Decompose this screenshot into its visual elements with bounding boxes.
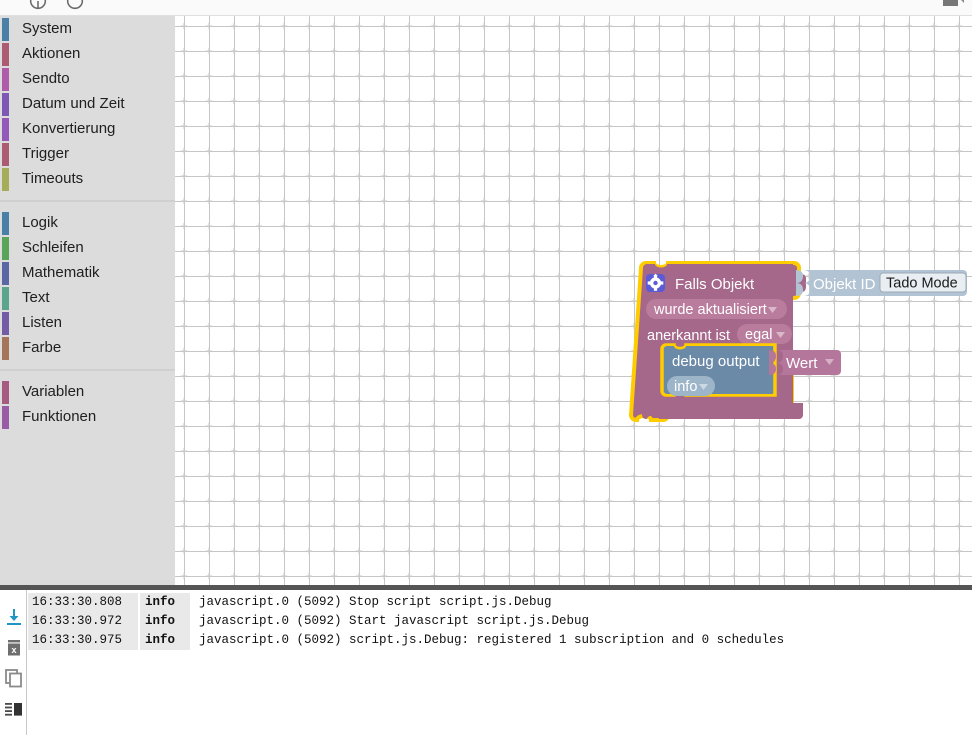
redo-icon[interactable]	[64, 0, 86, 12]
toolbox-item-label: Farbe	[22, 339, 62, 356]
toolbox-item-trigger[interactable]: Trigger	[0, 141, 175, 166]
top-toolbar	[0, 0, 972, 16]
log-rows[interactable]: 16:33:30.808 info javascript.0 (5092) St…	[28, 593, 972, 650]
toolbox-item-konvertierung[interactable]: Konvertierung	[0, 116, 175, 141]
log-message: javascript.0 (5092) Stop script script.j…	[199, 595, 552, 609]
toolbox-item-text[interactable]: Text	[0, 285, 175, 310]
toolbox-divider	[0, 200, 175, 202]
category-color-swatch	[2, 212, 9, 235]
toolbox-item-mathematik[interactable]: Mathematik	[0, 260, 175, 285]
toolbox-item-variablen[interactable]: Variablen	[0, 379, 175, 404]
log-row[interactable]: 16:33:30.808 info javascript.0 (5092) St…	[28, 593, 972, 612]
ack-label: anerkannt ist	[647, 328, 730, 344]
log-level: info	[140, 631, 192, 650]
toolbox-item-logik[interactable]: Logik	[0, 210, 175, 235]
category-color-swatch	[2, 337, 9, 360]
category-color-swatch	[2, 43, 9, 66]
toolbox-item-label: Schleifen	[22, 239, 84, 256]
category-color-swatch	[2, 143, 9, 166]
toolbox-item-label: Funktionen	[22, 408, 97, 425]
log-panel-resize-handle[interactable]	[0, 585, 972, 590]
category-color-swatch	[2, 18, 9, 41]
object-id-value: Tado Mode	[886, 276, 958, 292]
category-color-swatch	[2, 262, 9, 285]
category-color-swatch	[2, 93, 9, 116]
wert-label: Wert	[786, 355, 818, 372]
toolbox-item-label: Listen	[22, 314, 63, 331]
if-object-title: Falls Objekt	[675, 276, 755, 293]
category-color-swatch	[2, 381, 9, 404]
category-color-swatch	[2, 118, 9, 141]
category-color-swatch	[2, 68, 9, 91]
toolbox-item-datum-und-zeit[interactable]: Datum und Zeit	[0, 91, 175, 116]
toolbox-item-funktionen[interactable]: Funktionen	[0, 404, 175, 429]
trigger-dropdown[interactable]: wurde aktualisiert	[646, 299, 787, 319]
log-message: javascript.0 (5092) script.js.Debug: reg…	[199, 633, 785, 647]
toolbox-item-label: Logik	[22, 214, 58, 231]
object-id-label: Objekt ID	[813, 276, 876, 293]
log-timestamp: 16:33:30.975	[28, 631, 140, 650]
toolbox-item-sendto[interactable]: Sendto	[0, 66, 175, 91]
log-level: info	[140, 612, 192, 631]
toolbox-group-2: Logik Schleifen Mathematik Text Listen F…	[0, 210, 175, 360]
wert-block[interactable]: Wert	[776, 350, 841, 375]
trigger-dropdown-label: wurde aktualisiert	[653, 302, 767, 318]
category-color-swatch	[2, 237, 9, 260]
toolbox-divider	[0, 369, 175, 371]
copy-log-icon[interactable]	[4, 668, 24, 688]
category-color-swatch	[2, 168, 9, 191]
block-stack[interactable]: Falls Objekt Objekt ID Tado Mode wurde a…	[175, 16, 972, 585]
svg-text:x: x	[11, 645, 16, 655]
scroll-to-bottom-icon[interactable]	[4, 607, 24, 627]
log-timestamp: 16:33:30.808	[28, 593, 140, 612]
ack-dropdown[interactable]: egal	[737, 324, 792, 344]
toolbox-item-label: Sendto	[22, 70, 70, 87]
toolbox-group-3: Variablen Funktionen	[0, 379, 175, 429]
clear-log-icon[interactable]: x	[4, 638, 24, 658]
severity-dropdown[interactable]: info	[667, 376, 715, 396]
object-id-block[interactable]: Objekt ID Tado Mode	[803, 270, 967, 296]
log-row[interactable]: 16:33:30.975 info javascript.0 (5092) sc…	[28, 631, 972, 650]
log-message: javascript.0 (5092) Start javascript scr…	[199, 614, 590, 628]
log-toolbar: x	[0, 590, 27, 735]
toolbox-item-label: Trigger	[22, 145, 69, 162]
log-layout-icon[interactable]	[4, 700, 24, 720]
undo-icon[interactable]	[27, 0, 49, 12]
toolbox-item-aktionen[interactable]: Aktionen	[0, 41, 175, 66]
toolbox-item-label: Text	[22, 289, 50, 306]
log-level: info	[140, 593, 192, 612]
debug-output-label: debug output	[672, 353, 760, 370]
toolbox-item-label: Mathematik	[22, 264, 100, 281]
toolbox-item-farbe[interactable]: Farbe	[0, 335, 175, 360]
export-folder-icon[interactable]	[940, 0, 966, 16]
ack-dropdown-label: egal	[745, 327, 772, 343]
toolbox-item-label: Konvertierung	[22, 120, 116, 137]
log-panel: x 16:33:30.808 info javascript.0 (5092) …	[0, 585, 972, 735]
toolbox-item-label: Aktionen	[22, 45, 81, 62]
category-color-swatch	[2, 312, 9, 335]
log-row[interactable]: 16:33:30.972 info javascript.0 (5092) St…	[28, 612, 972, 631]
category-color-swatch	[2, 287, 9, 310]
toolbox-item-listen[interactable]: Listen	[0, 310, 175, 335]
category-color-swatch	[2, 406, 9, 429]
toolbox-item-schleifen[interactable]: Schleifen	[0, 235, 175, 260]
severity-dropdown-label: info	[674, 379, 697, 395]
toolbox-item-label: Timeouts	[22, 170, 84, 187]
toolbox-item-system[interactable]: System	[0, 16, 175, 41]
log-timestamp: 16:33:30.972	[28, 612, 140, 631]
toolbox-item-label: System	[22, 20, 73, 37]
toolbox-group-1: System Aktionen Sendto Datum und Zeit Ko…	[0, 16, 175, 191]
toolbox-item-label: Datum und Zeit	[22, 95, 125, 112]
blockly-workspace[interactable]: Falls Objekt Objekt ID Tado Mode wurde a…	[175, 16, 972, 585]
blockly-toolbox[interactable]: System Aktionen Sendto Datum und Zeit Ko…	[0, 16, 175, 585]
blockly-editor-window: System Aktionen Sendto Datum und Zeit Ko…	[0, 0, 972, 735]
debug-output-block[interactable]: debug output info	[660, 343, 777, 397]
toolbox-item-timeouts[interactable]: Timeouts	[0, 166, 175, 191]
toolbox-item-label: Variablen	[22, 383, 85, 400]
